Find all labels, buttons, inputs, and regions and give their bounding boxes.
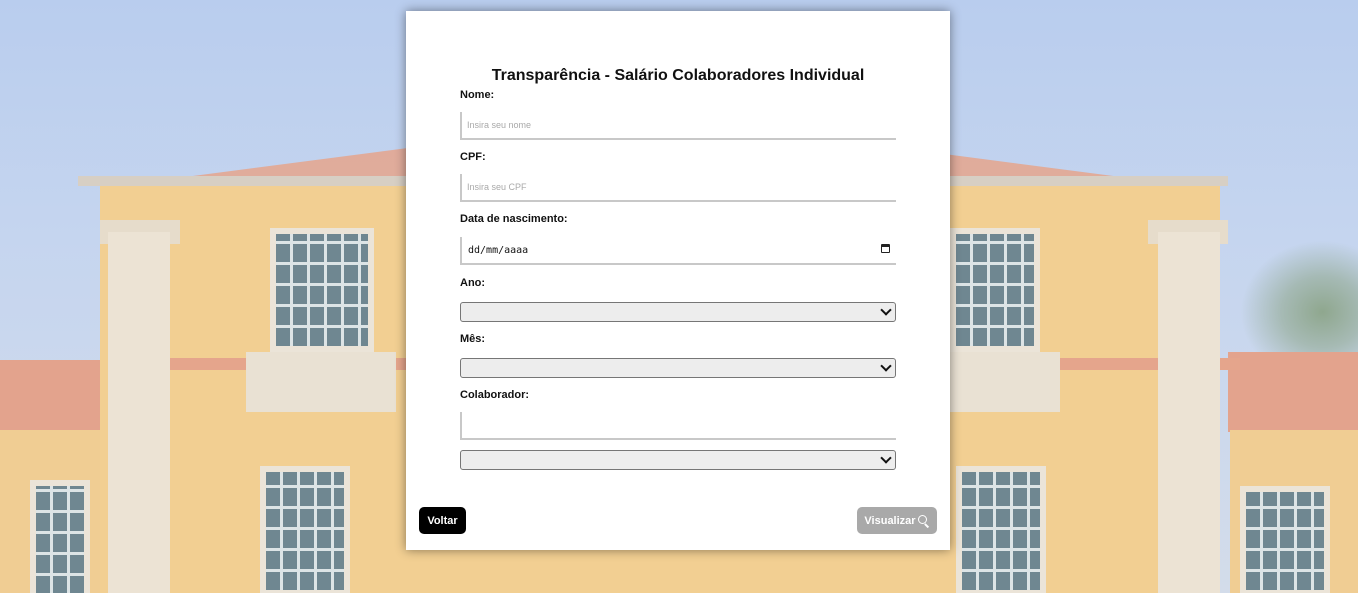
birthdate-value: dd/mm/aaaa xyxy=(468,245,529,256)
cpf-label: CPF: xyxy=(460,151,486,163)
chevron-down-icon xyxy=(880,360,892,372)
back-button-label: Voltar xyxy=(427,514,458,527)
view-button[interactable]: Visualizar xyxy=(857,507,937,534)
mes-select[interactable] xyxy=(460,358,896,378)
colaborador-label: Colaborador: xyxy=(460,389,530,401)
chevron-down-icon xyxy=(880,304,892,316)
ano-label: Ano: xyxy=(460,277,486,289)
nome-label: Nome: xyxy=(460,89,495,101)
mes-label: Mês: xyxy=(460,333,486,345)
birthdate-input[interactable]: dd/mm/aaaa xyxy=(460,237,896,265)
birthdate-label: Data de nascimento: xyxy=(460,213,568,225)
view-button-label: Visualizar xyxy=(864,514,916,527)
chevron-down-icon xyxy=(880,452,892,464)
ano-select[interactable] xyxy=(460,302,896,322)
back-button[interactable]: Voltar xyxy=(419,507,466,534)
calendar-icon[interactable] xyxy=(881,244,890,253)
search-icon xyxy=(917,514,930,528)
page-title: Transparência - Salário Colaboradores In… xyxy=(491,67,865,84)
form-card: Transparência - Salário Colaboradores In… xyxy=(406,11,950,550)
cpf-input[interactable] xyxy=(460,174,896,202)
nome-input[interactable] xyxy=(460,112,896,140)
colaborador-select[interactable] xyxy=(460,450,896,470)
colaborador-search-input[interactable] xyxy=(460,412,896,440)
